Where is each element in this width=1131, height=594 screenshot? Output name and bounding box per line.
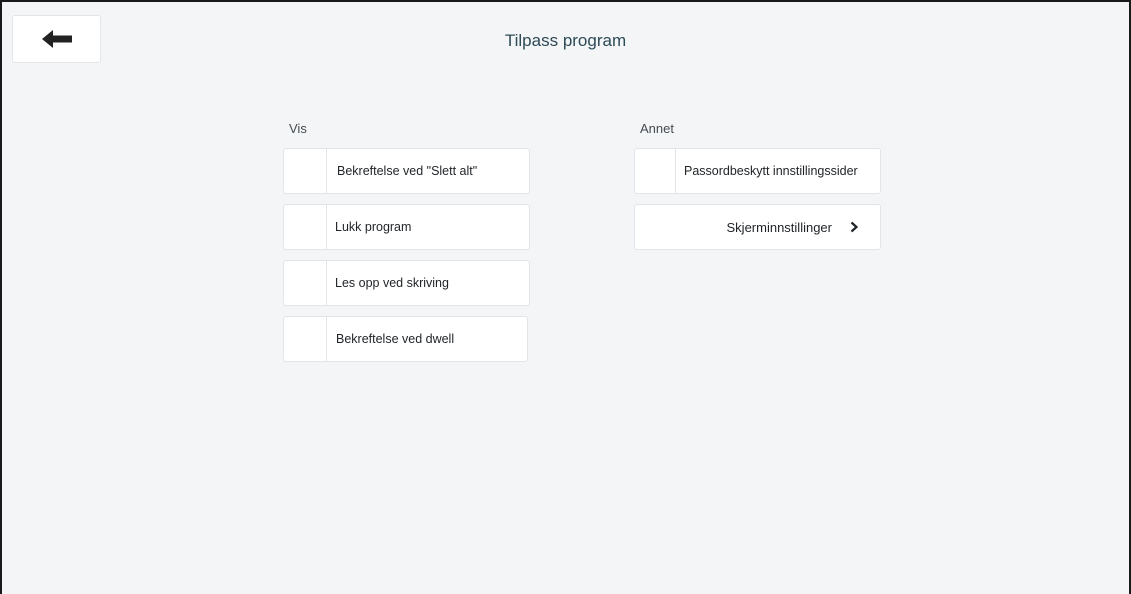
checkbox[interactable] — [635, 149, 676, 193]
chevron-right-icon — [850, 221, 858, 233]
option-label: Bekreftelse ved dwell — [336, 332, 455, 346]
settings-window: Tilpass program Vis Bekreftelse ved "Sle… — [0, 0, 1131, 594]
vis-section-label: Vis — [289, 121, 307, 136]
annet-section-label: Annet — [640, 121, 674, 136]
option-password-protect-settings[interactable]: Passordbeskytt innstillingssider — [634, 148, 881, 194]
option-read-aloud-typing[interactable]: Les opp ved skriving — [283, 260, 530, 306]
option-close-program[interactable]: Lukk program — [283, 204, 530, 250]
checkbox[interactable] — [284, 261, 327, 305]
checkbox[interactable] — [284, 317, 327, 361]
option-label: Lukk program — [335, 220, 412, 234]
option-confirm-dwell[interactable]: Bekreftelse ved dwell — [283, 316, 528, 362]
option-label: Les opp ved skriving — [335, 276, 449, 290]
checkbox[interactable] — [284, 205, 327, 249]
screen-settings-button[interactable]: Skjerminnstillinger — [634, 204, 881, 250]
option-confirm-clear-all[interactable]: Bekreftelse ved "Slett alt" — [283, 148, 530, 194]
screen-settings-label: Skjerminnstillinger — [726, 219, 832, 235]
option-label: Bekreftelse ved "Slett alt" — [337, 164, 478, 178]
option-label: Passordbeskytt innstillingssider — [684, 164, 858, 178]
checkbox[interactable] — [284, 149, 327, 193]
page-title: Tilpass program — [504, 31, 627, 50]
